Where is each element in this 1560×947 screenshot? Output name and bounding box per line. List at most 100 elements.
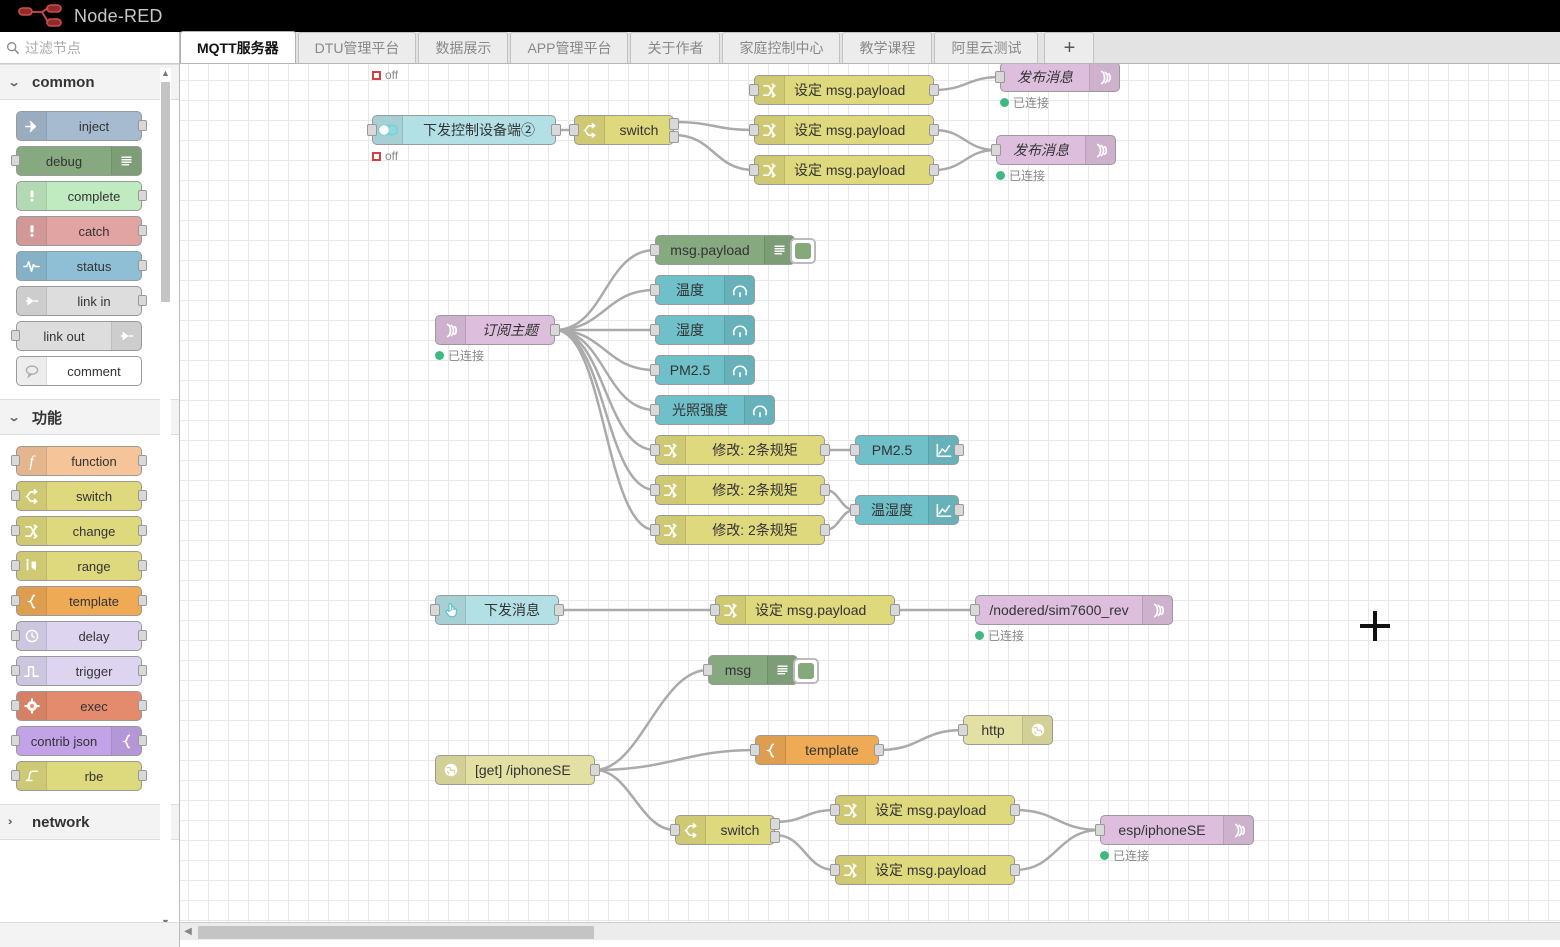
palette-node-template[interactable]: template bbox=[11, 586, 147, 616]
node-input-port[interactable] bbox=[650, 324, 660, 336]
node-input-port[interactable] bbox=[958, 724, 968, 736]
palette-node-function[interactable]: f function bbox=[11, 446, 147, 476]
palette-node-exec[interactable]: exec bbox=[11, 691, 147, 721]
palette-node-status[interactable]: status bbox=[16, 251, 147, 281]
scroll-up-arrow[interactable]: ▲ bbox=[160, 68, 171, 79]
node-output-port[interactable] bbox=[820, 484, 830, 496]
node-output-port[interactable] bbox=[138, 120, 147, 131]
flow-node-g_temp[interactable]: 温度 bbox=[650, 275, 755, 305]
flow-node-send[interactable]: 下发消息 bbox=[430, 595, 564, 625]
flow-node-chg1[interactable]: 修改: 2条规矩 bbox=[650, 435, 830, 465]
node-input-port[interactable] bbox=[749, 124, 759, 136]
palette-node-delay[interactable]: delay bbox=[11, 621, 147, 651]
flow-node-dbg1[interactable]: msg.payload bbox=[650, 235, 816, 265]
node-input-port[interactable] bbox=[650, 524, 660, 536]
node-output-port[interactable] bbox=[874, 744, 884, 756]
node-input-port[interactable] bbox=[650, 404, 660, 416]
flow-node-sub[interactable]: 订阅主题 bbox=[435, 315, 560, 345]
scroll-left-arrow[interactable]: ◀ bbox=[182, 925, 194, 939]
node-output-port[interactable] bbox=[820, 444, 830, 456]
palette-search-box[interactable] bbox=[0, 32, 179, 64]
flow-tab-4[interactable]: 关于作者 bbox=[630, 32, 721, 63]
node-input-port[interactable] bbox=[11, 455, 20, 466]
flow-node-set5[interactable]: 设定 msg.payload bbox=[830, 795, 1020, 825]
node-output-port[interactable] bbox=[138, 190, 147, 201]
flow-node-g_humi[interactable]: 湿度 bbox=[650, 315, 755, 345]
node-output-port-2[interactable] bbox=[669, 131, 679, 143]
node-input-port[interactable] bbox=[710, 604, 720, 616]
node-output-port[interactable] bbox=[890, 604, 900, 616]
flow-node-chg3[interactable]: 修改: 2条规矩 bbox=[650, 515, 830, 545]
node-output-port[interactable] bbox=[554, 604, 564, 616]
node-output-port[interactable] bbox=[138, 735, 147, 746]
palette-vertical-scrollbar[interactable]: ▲ ▼ bbox=[160, 68, 171, 928]
flow-node-set2[interactable]: 设定 msg.payload bbox=[749, 115, 939, 145]
flow-node-esp[interactable]: esp/iphoneSE bbox=[1095, 815, 1254, 845]
node-input-port[interactable] bbox=[991, 144, 1001, 156]
node-input-port[interactable] bbox=[11, 665, 20, 676]
node-output-port-1[interactable] bbox=[770, 818, 780, 830]
node-input-port[interactable] bbox=[367, 124, 377, 136]
scrollbar-thumb[interactable] bbox=[161, 82, 170, 302]
node-input-port[interactable] bbox=[11, 700, 20, 711]
flow-node-switch_bot[interactable]: switch bbox=[670, 815, 780, 845]
node-output-port[interactable] bbox=[954, 504, 964, 516]
node-output-port[interactable] bbox=[138, 225, 147, 236]
node-input-port[interactable] bbox=[650, 364, 660, 376]
node-input-port[interactable] bbox=[1095, 824, 1105, 836]
palette-category-common[interactable]: ⌄ common bbox=[0, 64, 179, 100]
palette-node-trigger[interactable]: trigger bbox=[11, 656, 147, 686]
flow-tab-7[interactable]: 阿里云测试 bbox=[934, 32, 1039, 63]
node-input-port[interactable] bbox=[11, 595, 20, 606]
flow-node-set6[interactable]: 设定 msg.payload bbox=[830, 855, 1020, 885]
flow-node-chg2[interactable]: 修改: 2条规矩 bbox=[650, 475, 830, 505]
node-output-port[interactable] bbox=[1010, 864, 1020, 876]
node-output-port[interactable] bbox=[138, 595, 147, 606]
node-input-port[interactable] bbox=[850, 444, 860, 456]
node-output-port[interactable] bbox=[929, 164, 939, 176]
node-input-port[interactable] bbox=[11, 735, 20, 746]
node-input-port[interactable] bbox=[11, 630, 20, 641]
flow-node-pub_top[interactable]: 发布消息 bbox=[995, 64, 1120, 92]
node-output-port-1[interactable] bbox=[669, 118, 679, 130]
flow-node-tmpl[interactable]: template bbox=[750, 735, 884, 765]
node-input-port[interactable] bbox=[11, 330, 20, 341]
node-input-port[interactable] bbox=[850, 504, 860, 516]
flow-node-set3[interactable]: 设定 msg.payload bbox=[749, 155, 939, 185]
node-output-port[interactable] bbox=[138, 455, 147, 466]
node-output-port[interactable] bbox=[138, 665, 147, 676]
node-output-port[interactable] bbox=[1010, 804, 1020, 816]
node-input-port[interactable] bbox=[670, 824, 680, 836]
flow-node-set1[interactable]: 设定 msg.payload bbox=[749, 75, 939, 105]
node-output-port[interactable] bbox=[551, 124, 561, 136]
node-output-port-2[interactable] bbox=[770, 831, 780, 843]
node-output-port[interactable] bbox=[820, 524, 830, 536]
node-input-port[interactable] bbox=[703, 664, 713, 676]
node-input-port[interactable] bbox=[995, 71, 1005, 83]
search-input[interactable] bbox=[23, 38, 163, 57]
node-output-port[interactable] bbox=[138, 490, 147, 501]
node-output-port[interactable] bbox=[138, 260, 147, 271]
node-input-port[interactable] bbox=[11, 490, 20, 501]
flow-node-switch_top[interactable]: switch bbox=[569, 115, 679, 145]
node-output-port[interactable] bbox=[590, 764, 600, 776]
node-input-port[interactable] bbox=[830, 804, 840, 816]
palette-node-link-in[interactable]: link in bbox=[16, 286, 147, 316]
palette-node-contrib-json[interactable]: contrib json bbox=[11, 726, 147, 756]
palette-category-function[interactable]: ⌄ 功能 bbox=[0, 399, 179, 435]
node-input-port[interactable] bbox=[749, 164, 759, 176]
node-output-port[interactable] bbox=[550, 324, 560, 336]
flow-node-c_th[interactable]: 温湿度 bbox=[850, 495, 964, 525]
flow-node-sim[interactable]: /nodered/sim7600_rev bbox=[970, 595, 1173, 625]
node-input-port[interactable] bbox=[650, 484, 660, 496]
node-input-port[interactable] bbox=[650, 284, 660, 296]
flow-node-http_out[interactable]: http bbox=[958, 715, 1053, 745]
debug-toggle-button[interactable] bbox=[793, 658, 819, 684]
flow-node-g_lux[interactable]: 光照强度 bbox=[650, 395, 775, 425]
flow-tab-2[interactable]: 数据展示 bbox=[418, 32, 509, 63]
node-input-port[interactable] bbox=[749, 84, 759, 96]
flow-node-c_pm[interactable]: PM2.5 bbox=[850, 435, 964, 465]
flow-node-g_pm[interactable]: PM2.5 bbox=[650, 355, 755, 385]
flow-tab-0[interactable]: MQTT服务器 bbox=[180, 31, 296, 63]
flow-node-http_in[interactable]: [get] /iphoneSE bbox=[435, 755, 600, 785]
